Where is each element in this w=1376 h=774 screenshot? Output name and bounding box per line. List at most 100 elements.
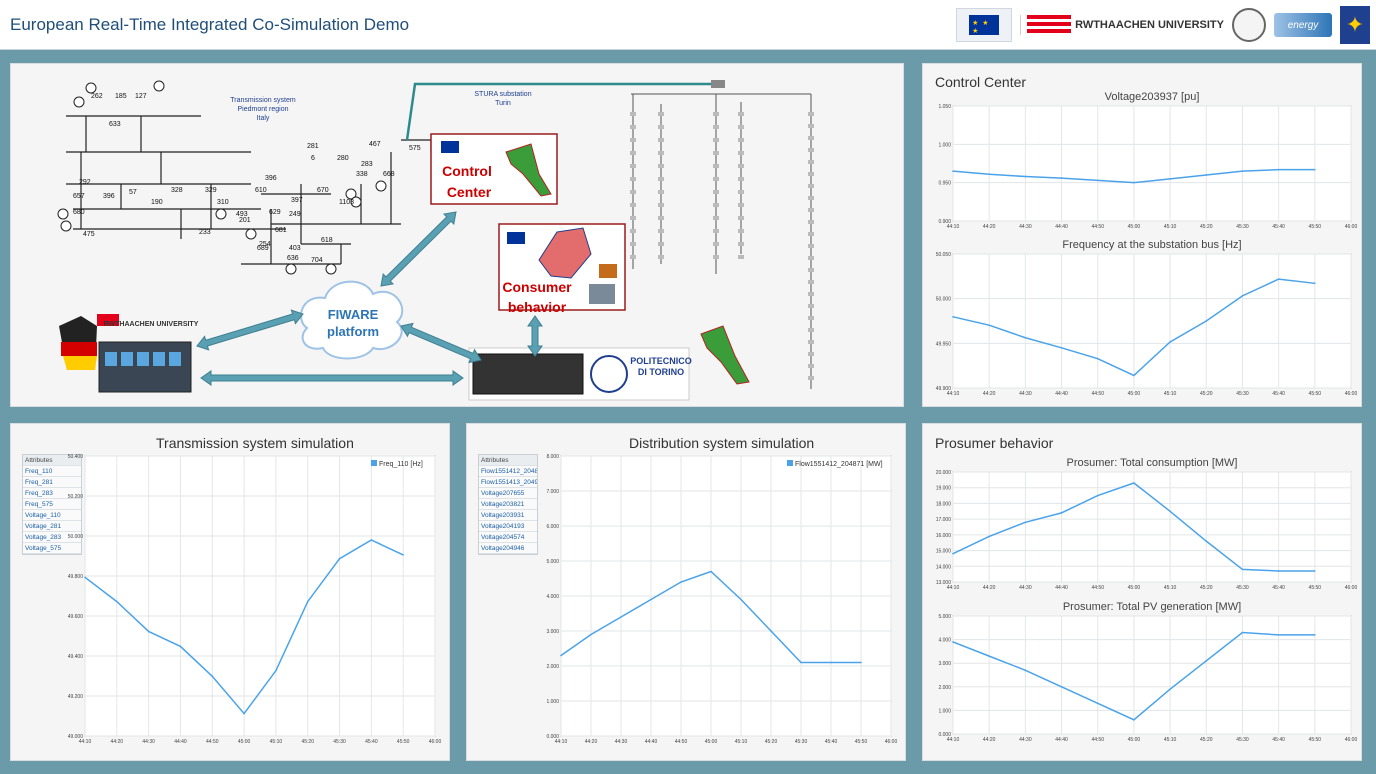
bus-number-label: 670 <box>317 187 329 194</box>
data-point <box>1241 568 1244 571</box>
feeder-node <box>630 125 636 129</box>
x-tick-label: 45:50 <box>1309 585 1322 591</box>
data-point <box>1169 510 1171 513</box>
legend-label: Flow1551412_204871 [MW] <box>795 461 883 468</box>
bus-number-label: 689 <box>257 245 269 252</box>
feeder-node <box>630 242 636 246</box>
x-tick-label: 46:00 <box>885 739 898 745</box>
feeder-node <box>808 160 814 164</box>
generator-icon <box>285 263 297 275</box>
feeder-node <box>630 229 636 233</box>
feeder-node <box>738 190 744 194</box>
x-tick-label: 45:10 <box>1164 224 1177 230</box>
x-tick-label: 46:00 <box>1345 224 1358 230</box>
x-tick-label: 45:50 <box>397 739 410 745</box>
x-tick-label: 45:40 <box>1272 391 1285 397</box>
bus-number-label: 467 <box>369 141 381 148</box>
feeder-node <box>808 316 814 320</box>
generator-icon <box>215 208 227 220</box>
feeder-node <box>630 203 636 207</box>
data-point <box>1133 181 1135 184</box>
legend-swatch <box>787 460 793 466</box>
chart-title: Frequency at the substation bus [Hz] <box>1062 239 1241 251</box>
data-point <box>1277 634 1280 636</box>
fiware-label: platform <box>327 324 379 339</box>
x-tick-label: 44:40 <box>1055 391 1068 397</box>
x-tick-label: 45:10 <box>735 739 748 745</box>
y-tick-label: 5.000 <box>938 614 951 620</box>
x-tick-label: 46:00 <box>1345 585 1358 591</box>
rwth-logo: RWTHAACHEN UNIVERSITY <box>1020 15 1224 35</box>
plot-area <box>952 615 1352 735</box>
bus-number-label: 618 <box>321 237 333 244</box>
y-tick-label: 49.950 <box>936 341 952 347</box>
stura-label: STURA substation <box>474 91 531 98</box>
feeder-node <box>713 242 719 246</box>
feeder-node <box>808 376 814 380</box>
control-center-panel: Control Center Voltage203937 [pu] 1.050 1.… <box>922 63 1362 407</box>
germany-map-icon <box>61 342 97 356</box>
bus-number-label: 280 <box>337 155 349 162</box>
fiware-control-center-arrow <box>380 211 457 287</box>
polito-seal-icon <box>590 355 628 393</box>
bus-number-label: 310 <box>217 199 229 206</box>
data-point <box>1241 295 1244 297</box>
data-point <box>770 630 772 632</box>
feeder-node <box>630 177 636 181</box>
x-tick-label: 44:50 <box>1091 224 1104 230</box>
feeder-node <box>808 220 814 224</box>
stura-connection-line <box>405 82 717 141</box>
y-tick-label: 7.000 <box>546 489 559 495</box>
data-point <box>1205 540 1208 542</box>
bus-number-label: 475 <box>83 231 95 238</box>
distribution-panel: Distribution system simulation Attribute… <box>466 423 906 761</box>
x-tick-label: 44:10 <box>555 739 568 745</box>
consumer-label: behavior <box>508 299 567 315</box>
y-tick-label: 50.000 <box>936 297 952 303</box>
x-tick-label: 44:10 <box>947 737 960 743</box>
bus-number-label: 249 <box>289 211 301 218</box>
bus-number-label: 185 <box>115 93 127 100</box>
data-point <box>1169 341 1171 343</box>
chart-title: Prosumer: Total PV generation [MW] <box>1063 601 1241 613</box>
x-tick-label: 44:40 <box>645 739 658 745</box>
data-point <box>988 324 990 326</box>
transmission-label: Piedmont region <box>238 106 289 113</box>
polito-label: POLITECNICO <box>630 356 692 366</box>
feeder-node <box>658 125 664 129</box>
feeder-node <box>658 151 664 155</box>
germany-map-icon <box>63 356 97 370</box>
data-point <box>620 616 622 618</box>
x-tick-label: 45:10 <box>1164 585 1177 591</box>
fiware-polito-arrow <box>400 322 482 364</box>
cosimulation-diagram: 262 185 127 633 281 6 280 467 575 283 338 668 292 657… <box>57 80 814 401</box>
x-tick-label: 46:00 <box>1345 737 1358 743</box>
x-tick-label: 44:50 <box>1091 737 1104 743</box>
data-point <box>680 581 682 583</box>
rwth-lab-photo <box>98 341 192 393</box>
x-tick-label: 45:00 <box>1128 737 1141 743</box>
bus-number-label: 281 <box>307 143 319 150</box>
generator-icon <box>375 180 387 192</box>
feeder-node <box>713 112 719 116</box>
bus-number-label: 292 <box>79 179 91 186</box>
bus-number-label: 233 <box>199 229 211 236</box>
feeder-node <box>738 125 744 129</box>
data-point <box>1314 282 1316 285</box>
feeder-node <box>713 255 719 259</box>
x-tick-label: 45:30 <box>1236 737 1249 743</box>
data-point <box>1096 494 1099 497</box>
data-point <box>1024 521 1027 524</box>
x-tick-label: 45:00 <box>705 739 718 745</box>
feeder-node <box>713 203 719 207</box>
data-point <box>710 570 712 573</box>
x-tick-label: 44:40 <box>1055 224 1068 230</box>
bus-number-label: 262 <box>91 93 103 100</box>
y-tick-label: 49.400 <box>68 654 84 660</box>
chart-title: Prosumer: Total consumption [MW] <box>1067 457 1238 469</box>
x-tick-label: 44:20 <box>585 739 598 745</box>
data-point <box>650 598 652 601</box>
bus-number-label: 396 <box>103 193 115 200</box>
data-point <box>988 655 990 657</box>
rwth-polito-arrow <box>200 370 464 386</box>
